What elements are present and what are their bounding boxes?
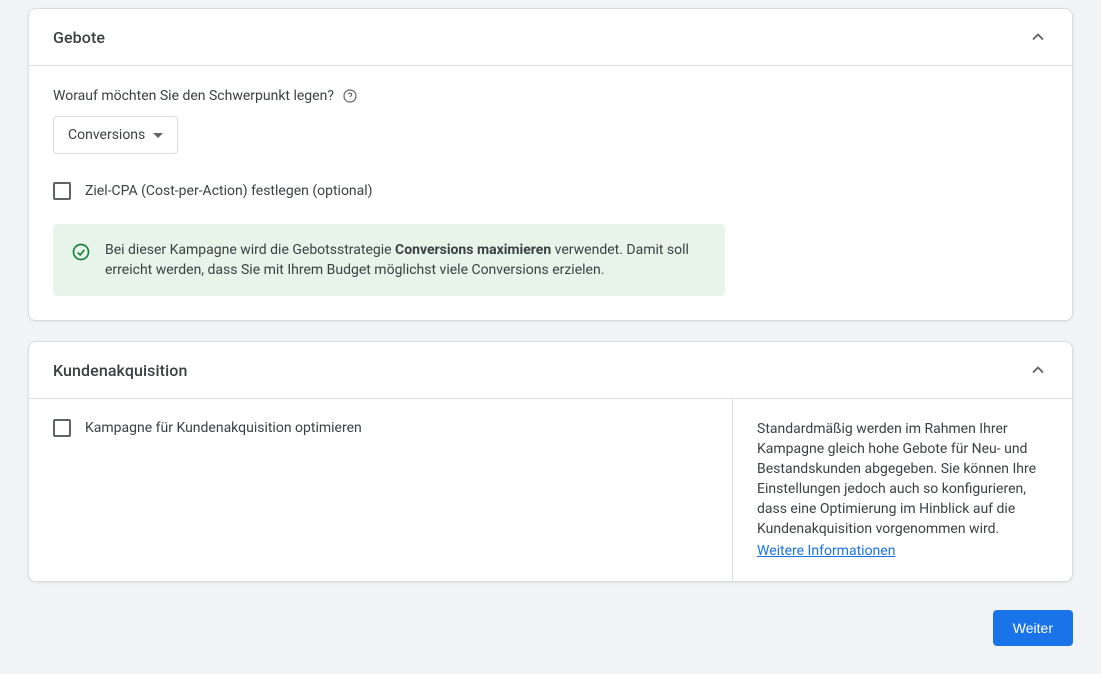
chevron-up-icon xyxy=(1028,27,1048,47)
chevron-up-icon xyxy=(1028,360,1048,380)
acquisition-card: Kundenakquisition Kampagne für Kundenakq… xyxy=(28,341,1073,582)
bidding-info-text: Bei dieser Kampagne wird die Gebotsstrat… xyxy=(105,240,707,280)
bidding-card-body: Worauf möchten Sie den Schwerpunkt legen… xyxy=(29,66,1072,320)
bidding-card-header[interactable]: Gebote xyxy=(29,9,1072,66)
bidding-card-title: Gebote xyxy=(53,28,105,47)
acquisition-card-header[interactable]: Kundenakquisition xyxy=(29,342,1072,399)
target-cpa-checkbox[interactable] xyxy=(53,182,71,200)
bidding-card: Gebote Worauf möchten Sie den Schwerpunk… xyxy=(28,8,1073,321)
focus-select-value: Conversions xyxy=(68,127,145,143)
focus-field-label-row: Worauf möchten Sie den Schwerpunkt legen… xyxy=(53,88,1048,104)
optimize-acquisition-label: Kampagne für Kundenakquisition optimiere… xyxy=(85,420,362,436)
focus-field-label: Worauf möchten Sie den Schwerpunkt legen… xyxy=(53,88,334,104)
optimize-acquisition-row: Kampagne für Kundenakquisition optimiere… xyxy=(53,419,708,437)
caret-down-icon xyxy=(153,133,163,138)
footer-row: Weiter xyxy=(28,602,1073,646)
acquisition-card-body: Kampagne für Kundenakquisition optimiere… xyxy=(29,399,1072,581)
acquisition-help-panel: Standardmäßig werden im Rahmen Ihrer Kam… xyxy=(732,399,1072,581)
help-icon[interactable] xyxy=(342,88,358,104)
learn-more-link[interactable]: Weitere Informationen xyxy=(757,541,895,561)
focus-select[interactable]: Conversions xyxy=(53,116,178,154)
acquisition-card-title: Kundenakquisition xyxy=(53,361,187,380)
check-circle-icon xyxy=(71,242,91,262)
acquisition-help-text: Standardmäßig werden im Rahmen Ihrer Kam… xyxy=(757,419,1048,539)
bidding-info-box: Bei dieser Kampagne wird die Gebotsstrat… xyxy=(53,224,725,296)
next-button[interactable]: Weiter xyxy=(993,610,1073,646)
acquisition-left-col: Kampagne für Kundenakquisition optimiere… xyxy=(29,399,732,581)
target-cpa-label: Ziel-CPA (Cost-per-Action) festlegen (op… xyxy=(85,183,373,199)
optimize-acquisition-checkbox[interactable] xyxy=(53,419,71,437)
target-cpa-row: Ziel-CPA (Cost-per-Action) festlegen (op… xyxy=(53,182,1048,200)
